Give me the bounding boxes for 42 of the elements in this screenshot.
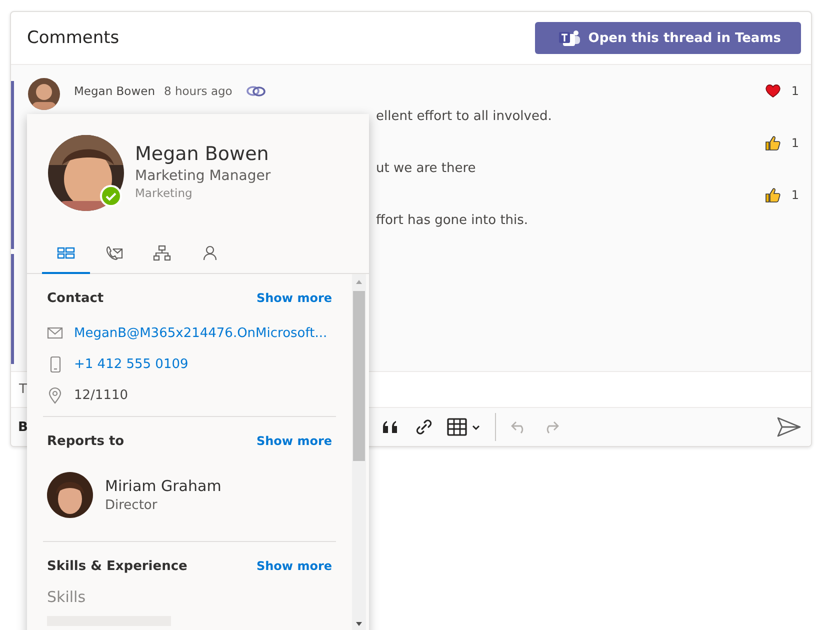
bold-button[interactable]: B [18,420,28,434]
section-title: Reports to [47,434,124,448]
reaction-count: 1 [791,188,799,202]
show-more-link[interactable]: Show more [256,291,332,305]
phone-link[interactable]: +1 412 555 0109 [74,356,188,372]
reaction-count: 1 [791,136,799,150]
section-title: Contact [47,290,104,306]
mail-icon [47,324,65,342]
person-name: Megan Bowen [135,143,270,165]
thumbs-up-icon[interactable] [765,187,782,203]
placeholder-text: T [19,382,27,397]
location-text: 12/1110 [74,388,128,402]
show-more-link[interactable]: Show more [256,434,332,448]
teams-logo-icon [559,29,582,47]
phone-mail-icon[interactable] [105,244,123,260]
overview-icon[interactable] [57,244,75,260]
table-icon[interactable] [446,418,481,436]
link-icon[interactable] [414,418,433,436]
org-chart-icon[interactable] [153,244,171,260]
manager-title: Director [105,498,158,513]
reaction-count: 1 [791,84,799,98]
manager-name[interactable]: Miriam Graham [105,477,222,495]
author-name: Megan Bowen [74,84,155,98]
timestamp: 8 hours ago [164,84,232,98]
show-more-link[interactable]: Show more [256,559,332,573]
panel-title: Comments [27,28,120,48]
subheading: Skills [47,588,87,606]
avatar [28,78,60,110]
department: Marketing [135,186,194,200]
heart-icon[interactable] [765,83,782,99]
scrollbar[interactable] [352,274,366,630]
comment-text: ut we are there [376,160,477,178]
comment-text: ffort has gone into this. [376,212,530,230]
job-title: Marketing Manager [135,168,271,184]
person-icon[interactable] [201,244,219,260]
section-title: Skills & Experience [47,558,188,574]
comment-text: ellent effort to all involved. [376,108,553,126]
email-link[interactable]: MeganB@M365x214476.OnMicrosoft... [74,326,328,340]
avatar[interactable] [47,472,93,518]
thumbs-up-icon[interactable] [765,135,782,151]
send-icon[interactable] [777,417,801,437]
open-in-teams-button[interactable]: Open this thread in Teams [535,22,801,54]
